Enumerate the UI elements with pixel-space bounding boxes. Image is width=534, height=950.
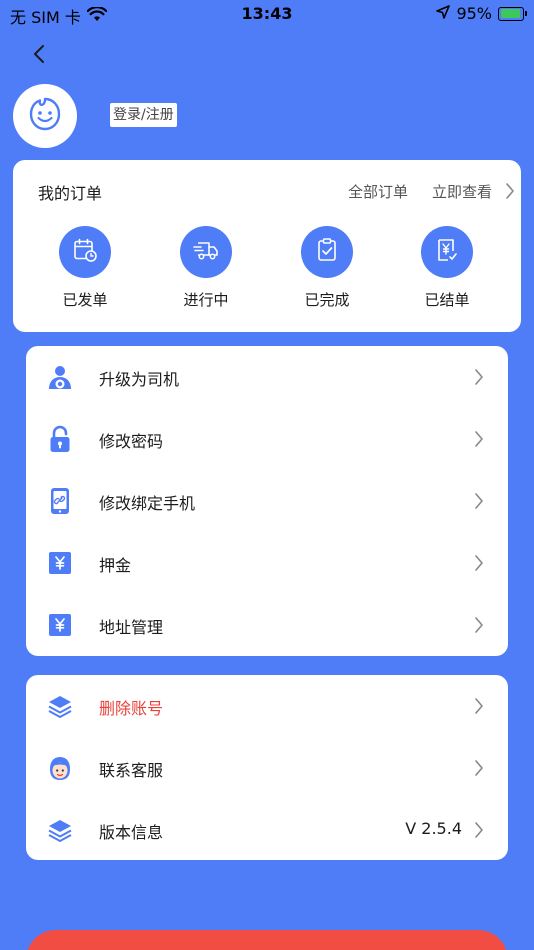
chevron-left-icon <box>28 45 52 72</box>
version-value: V 2.5.4 <box>405 819 462 838</box>
yuan-icon <box>46 611 74 639</box>
status-bar: 无 SIM 卡 13:43 95% <box>0 0 534 28</box>
menu-item-contact-support[interactable]: 联系客服 <box>26 737 508 799</box>
view-orders-link[interactable]: 立即查看 <box>432 181 492 202</box>
battery-percent: 95% <box>456 4 492 23</box>
account-menu-card: 升级为司机 修改密码 修改绑定手机 押金 地址管理 <box>26 346 508 656</box>
order-label: 已完成 <box>304 291 350 309</box>
menu-item-change-password[interactable]: 修改密码 <box>26 408 508 470</box>
battery-fill <box>500 9 521 18</box>
calendar-clock-icon <box>72 237 98 267</box>
menu-item-label: 删除账号 <box>99 699 164 718</box>
menu-item-deposit[interactable]: 押金 <box>26 532 508 594</box>
order-icon-circle <box>180 226 232 278</box>
menu-item-label: 押金 <box>99 556 132 575</box>
status-right: 95% <box>436 4 527 23</box>
yuan-icon <box>46 549 74 577</box>
logout-button[interactable] <box>26 930 508 950</box>
all-orders-link[interactable]: 全部订单 <box>348 181 408 202</box>
login-register-link[interactable]: 登录/注册 <box>110 103 177 127</box>
chevron-right-icon <box>474 368 484 390</box>
chevron-right-icon <box>474 697 484 719</box>
chevron-right-icon <box>474 430 484 452</box>
menu-item-address-management[interactable]: 地址管理 <box>26 594 508 656</box>
layers-icon <box>46 816 74 844</box>
menu-item-label: 修改密码 <box>99 432 164 451</box>
battery-icon <box>498 6 527 21</box>
clipboard-check-icon <box>315 237 339 267</box>
lock-icon <box>46 425 74 453</box>
menu-item-label: 版本信息 <box>99 823 164 842</box>
menu-item-label: 升级为司机 <box>99 370 180 389</box>
chevron-right-icon <box>474 616 484 638</box>
order-label: 进行中 <box>183 291 229 309</box>
location-arrow-icon <box>436 4 451 23</box>
menu-item-label: 修改绑定手机 <box>99 494 196 513</box>
order-label: 已发单 <box>62 291 108 309</box>
avatar[interactable] <box>13 84 77 148</box>
truck-icon <box>192 238 220 266</box>
menu-item-label: 地址管理 <box>99 618 164 637</box>
order-icon-circle <box>421 226 473 278</box>
chevron-right-icon <box>474 554 484 576</box>
order-icon-circle <box>59 226 111 278</box>
menu-item-delete-account[interactable]: 删除账号 <box>26 675 508 737</box>
order-status-closed[interactable]: 已结单 <box>397 226 497 310</box>
order-icon-circle <box>301 226 353 278</box>
support-menu-card: 删除账号 联系客服 版本信息 V 2.5.4 <box>26 675 508 860</box>
menu-item-label: 联系客服 <box>99 761 164 780</box>
menu-item-change-phone[interactable]: 修改绑定手机 <box>26 470 508 532</box>
orders-title: 我的订单 <box>38 184 103 203</box>
phone-link-icon <box>46 487 74 515</box>
customer-service-icon <box>46 754 74 782</box>
chevron-right-icon <box>474 821 484 843</box>
chevron-right-icon[interactable] <box>505 182 515 204</box>
order-status-completed[interactable]: 已完成 <box>277 226 377 310</box>
back-button[interactable] <box>28 40 52 68</box>
yuan-receipt-icon <box>435 237 459 267</box>
chevron-right-icon <box>474 492 484 514</box>
smiley-avatar-icon <box>27 96 63 136</box>
chevron-right-icon <box>474 759 484 781</box>
order-status-in-progress[interactable]: 进行中 <box>156 226 256 310</box>
order-label: 已结单 <box>424 291 470 309</box>
layers-icon <box>46 692 74 720</box>
order-status-sent[interactable]: 已发单 <box>35 226 135 310</box>
orders-card: 我的订单 全部订单 立即查看 已发单 进行中 已完成 已结单 <box>13 160 521 332</box>
driver-icon <box>46 363 74 391</box>
menu-item-upgrade-driver[interactable]: 升级为司机 <box>26 346 508 408</box>
menu-item-version-info[interactable]: 版本信息 V 2.5.4 <box>26 799 508 861</box>
